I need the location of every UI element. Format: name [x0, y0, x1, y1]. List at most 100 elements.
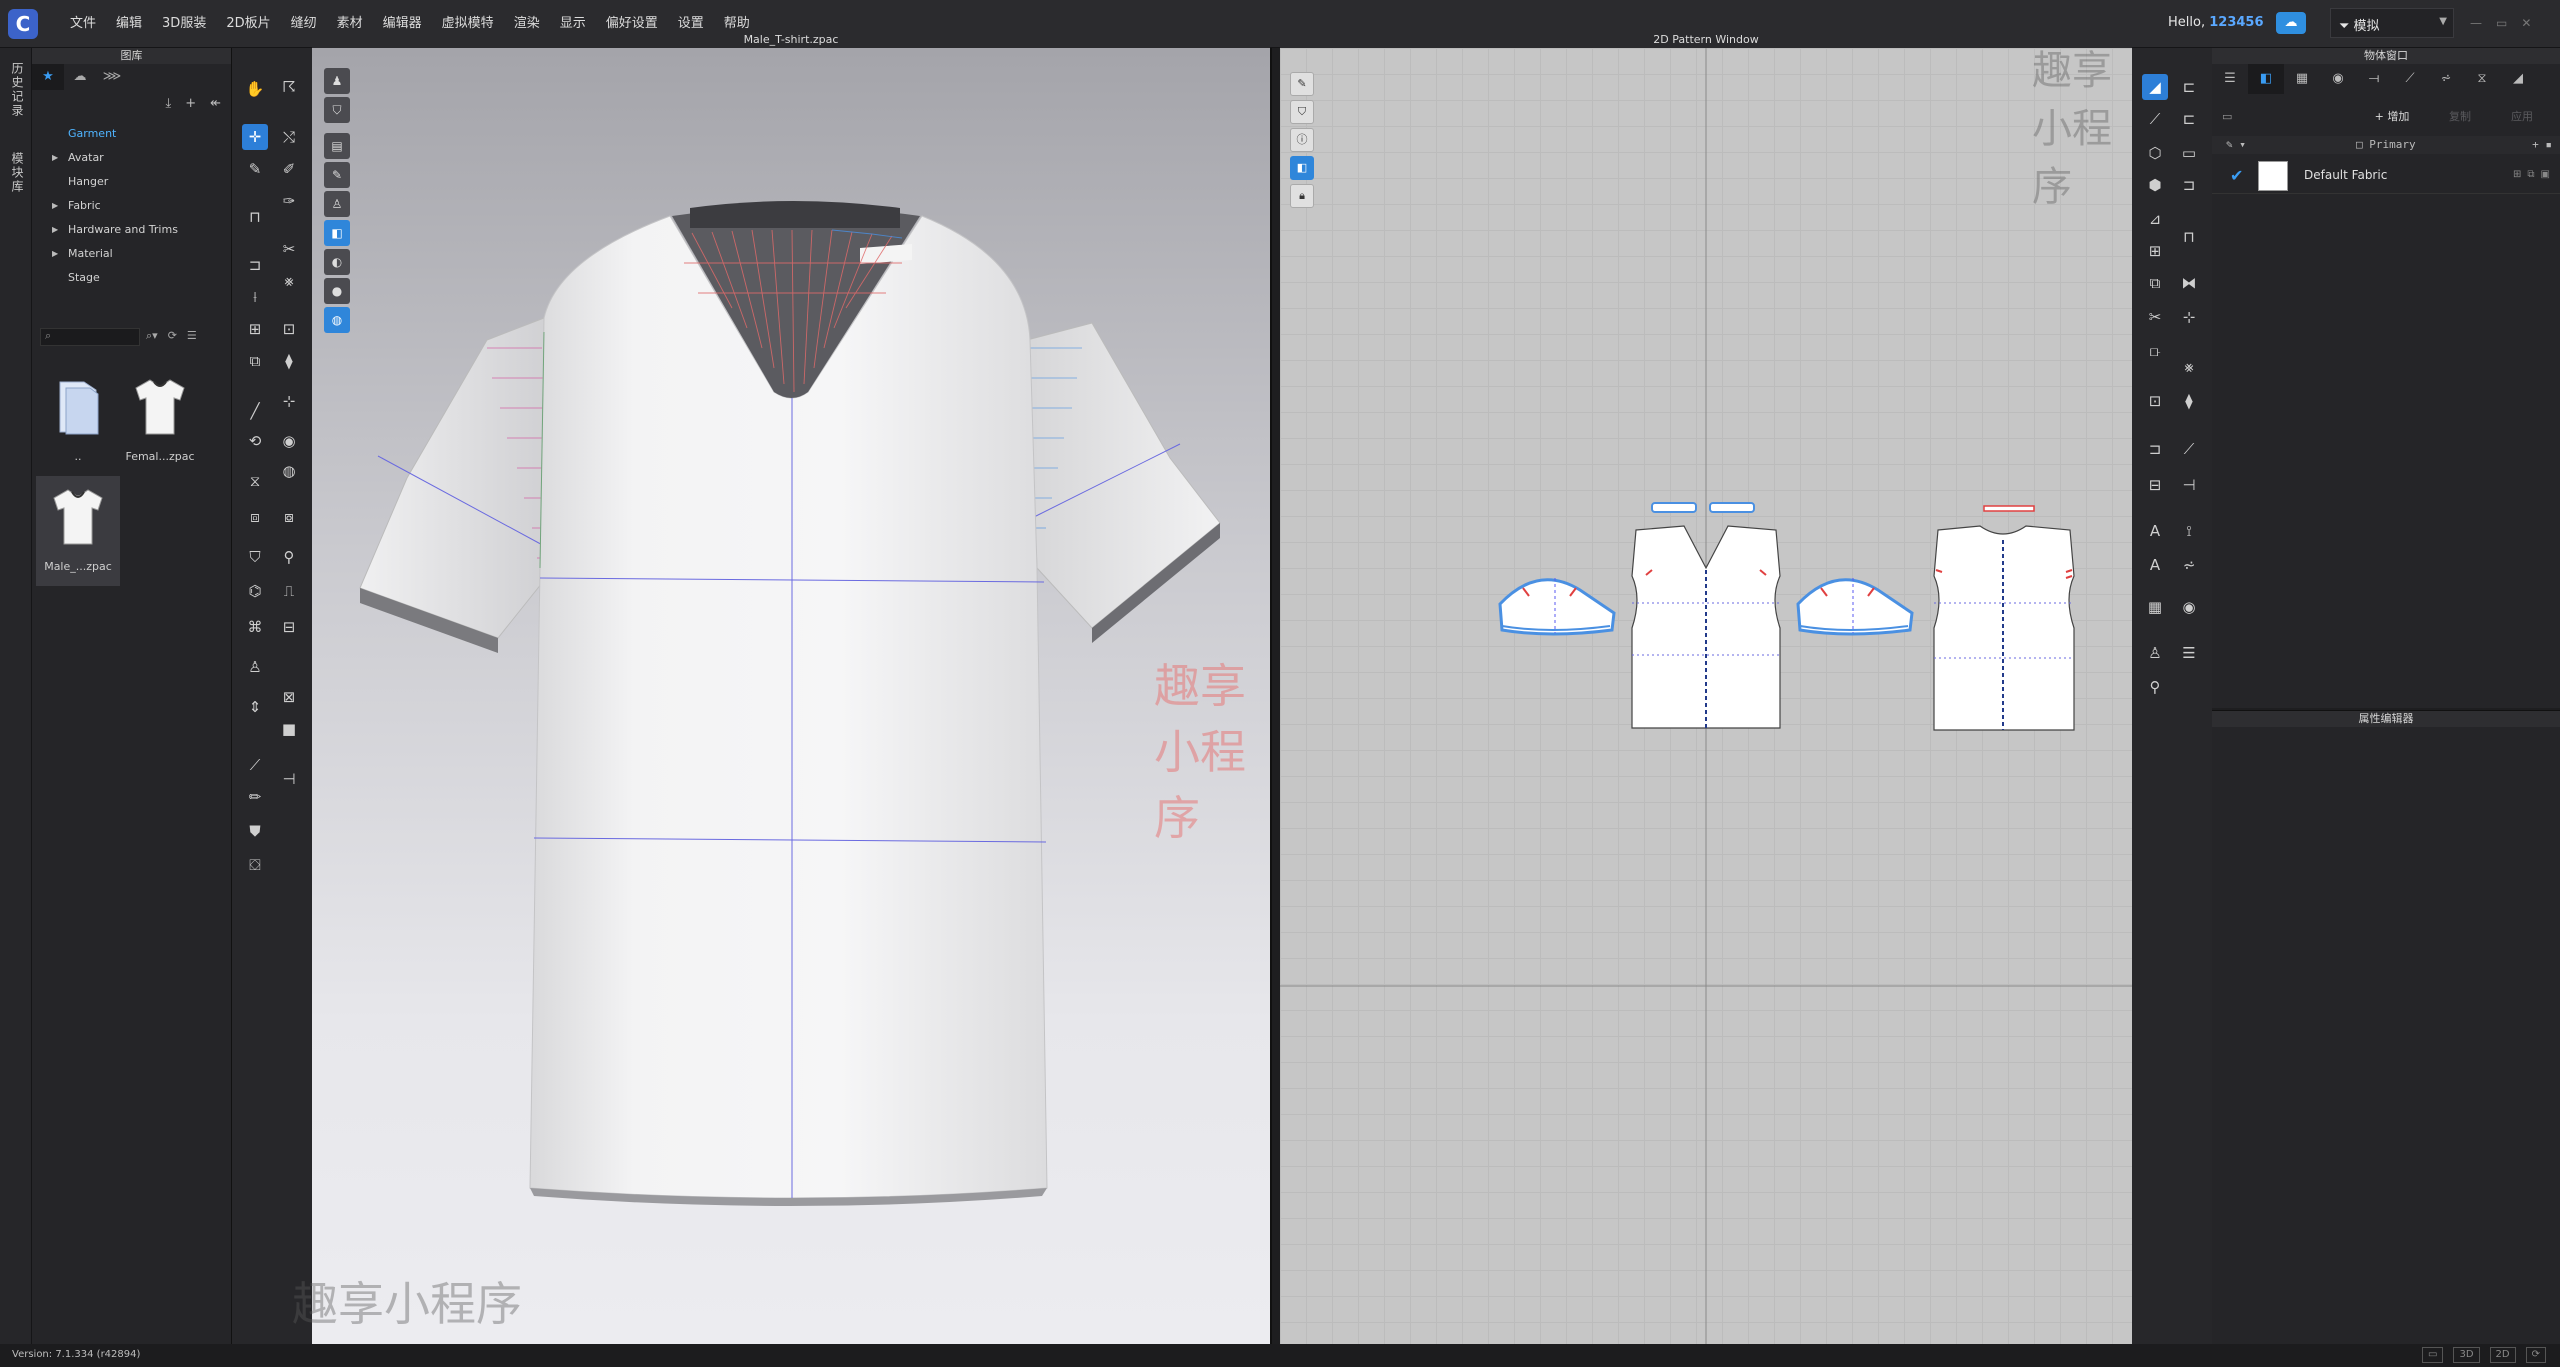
username[interactable]: 123456: [2209, 15, 2263, 30]
list-view-icon[interactable]: ☰: [187, 329, 197, 343]
brush-icon[interactable]: ✐: [276, 156, 302, 182]
fit-map-icon[interactable]: ⊣: [276, 766, 302, 792]
tack-icon[interactable]: ⤭: [276, 124, 302, 150]
pleat-icon[interactable]: ⊣: [2176, 472, 2202, 498]
button-tab-icon[interactable]: ◉: [2320, 64, 2356, 94]
3d-tshirt-model[interactable]: [312, 48, 1272, 1344]
menu-edit[interactable]: 编辑: [106, 14, 152, 34]
puckering-tab-icon[interactable]: ⩫: [2428, 64, 2464, 94]
pattern-icon[interactable]: ⊞: [242, 316, 268, 342]
tree-item-hanger[interactable]: Hanger: [32, 170, 232, 194]
edit-point-icon[interactable]: ⟋: [2142, 106, 2168, 132]
rectangle-icon[interactable]: ▭: [2176, 140, 2202, 166]
delete-fabric-icon[interactable]: ▣: [2541, 169, 2550, 180]
symmetry-icon[interactable]: ⧓: [2176, 270, 2202, 296]
tree-item-avatar[interactable]: ▶ Avatar: [32, 146, 232, 170]
solid-icon[interactable]: ■: [276, 716, 302, 742]
3d-garment-viewport[interactable]: Male_T-shirt.zpac ♟ ⛉ ▤ ✎ ♙ ◧ ◐ ● ◍ 趣享小程…: [292, 32, 1272, 1344]
seam-allowance-icon[interactable]: ⟥: [2142, 338, 2168, 364]
maximize-icon[interactable]: ▭: [2496, 16, 2507, 30]
menu-file[interactable]: 文件: [60, 14, 106, 34]
arrange-icon[interactable]: ⊡: [276, 316, 302, 342]
menu-preferences[interactable]: 偏好设置: [596, 14, 668, 34]
graphic-icon[interactable]: ⧈: [242, 504, 268, 530]
measure-line-icon[interactable]: ⟋: [2176, 436, 2202, 462]
apply-button[interactable]: 应用: [2494, 108, 2550, 126]
steam-icon[interactable]: ✑: [276, 188, 302, 214]
line-icon[interactable]: ╱: [242, 398, 268, 424]
pin-pattern-icon[interactable]: ⚲: [2142, 674, 2168, 700]
menu-help[interactable]: 帮助: [714, 14, 760, 34]
select-move-icon[interactable]: ✋: [242, 76, 268, 102]
layer-icon[interactable]: ⧉: [242, 348, 268, 374]
polygon-icon[interactable]: ⬡: [2142, 140, 2168, 166]
fold-icon[interactable]: ⊐: [242, 252, 268, 278]
tree-item-material[interactable]: ▶ Material: [32, 242, 232, 266]
library-search-input[interactable]: ⌕: [40, 328, 140, 346]
fabric-icon[interactable]: ⧫: [276, 348, 302, 374]
elastic-icon[interactable]: ⌘: [242, 614, 268, 640]
cloud-icon[interactable]: ☁: [2276, 12, 2306, 34]
search-filter-icon[interactable]: ⌕▾: [146, 329, 158, 343]
cloud-library-icon[interactable]: ☁: [64, 64, 96, 90]
expand-icon[interactable]: ▶: [52, 194, 58, 218]
topstitch-tab-icon[interactable]: ⟋: [2392, 64, 2428, 94]
shirt-front-icon[interactable]: ⛊: [242, 818, 268, 844]
favorites-star-icon[interactable]: ★: [32, 64, 64, 90]
sound-tab-icon[interactable]: ◢: [2500, 64, 2536, 94]
view-texture-icon[interactable]: ✎: [324, 162, 350, 188]
rotate-icon[interactable]: ⟲: [242, 428, 268, 454]
transform-pattern-icon[interactable]: ⊏: [2176, 74, 2202, 100]
pin-line-icon[interactable]: ⟋: [242, 752, 268, 778]
check-icon[interactable]: ✔: [2230, 166, 2243, 185]
menu-avatar[interactable]: 虚拟模特: [432, 14, 504, 34]
tree-item-hardware[interactable]: ▶ Hardware and Trims: [32, 218, 232, 242]
tab-history[interactable]: 历史记录: [9, 62, 26, 118]
cut-icon[interactable]: ✂: [276, 236, 302, 262]
3d-view-icon[interactable]: 3D: [2453, 1347, 2480, 1363]
2d-view-icon[interactable]: 2D: [2489, 1347, 2516, 1363]
thumb-male-garment[interactable]: Male_...zpac: [36, 476, 120, 586]
asset-store-icon[interactable]: ⋙: [96, 64, 128, 90]
menu-display[interactable]: 显示: [550, 14, 596, 34]
menu-materials[interactable]: 素材: [327, 14, 373, 34]
pattern-canvas[interactable]: [1280, 48, 2132, 1344]
menu-sewing[interactable]: 缝纫: [281, 14, 327, 34]
view-pattern-shirt-icon[interactable]: ⛉: [1290, 100, 1314, 124]
view-pattern-ruler-icon[interactable]: ✎: [1290, 72, 1314, 96]
buttonhole-tab-icon[interactable]: ⟞: [2356, 64, 2392, 94]
offset-icon[interactable]: ⊓: [2176, 224, 2202, 250]
view-body-icon[interactable]: ●: [324, 278, 350, 304]
dart-icon[interactable]: ⊿: [2142, 206, 2168, 232]
grading-icon[interactable]: ⊟: [2142, 472, 2168, 498]
pin-icon[interactable]: ✎: [242, 156, 268, 182]
avatar-icon[interactable]: ♙: [242, 654, 268, 680]
download-icon[interactable]: ⤓: [165, 96, 171, 111]
free-sew-icon[interactable]: ⧫: [2176, 388, 2202, 414]
menu-settings[interactable]: 设置: [668, 14, 714, 34]
tab-modules[interactable]: 模块库: [9, 152, 26, 194]
menu-editor[interactable]: 编辑器: [373, 14, 432, 34]
cut-pattern-icon[interactable]: ✂: [2142, 304, 2168, 330]
segment-sew-icon[interactable]: ⊡: [2142, 388, 2168, 414]
internal-polygon-icon[interactable]: ⬢: [2142, 172, 2168, 198]
trace-icon[interactable]: ⊞: [2142, 238, 2168, 264]
view-pattern-fabric-icon[interactable]: ◧: [1290, 156, 1314, 180]
zipper-icon[interactable]: ⧖: [242, 468, 268, 494]
text-icon[interactable]: A: [2142, 518, 2168, 544]
shirt-back-icon[interactable]: ⛋: [242, 852, 268, 878]
view-shade-icon[interactable]: ◐: [324, 249, 350, 275]
thumb-female-garment[interactable]: Femal...zpac: [118, 366, 202, 476]
stitch-icon[interactable]: ⩫: [2176, 552, 2202, 578]
add-icon[interactable]: +: [185, 96, 196, 111]
strap-icon[interactable]: ⎍: [276, 578, 302, 604]
add-colorway-icon[interactable]: + ▪: [2532, 138, 2552, 151]
puckering-icon[interactable]: ⌬: [242, 578, 268, 604]
texture-tab-icon[interactable]: ▦: [2284, 64, 2320, 94]
fold-pattern-icon[interactable]: ⧉: [2142, 270, 2168, 296]
view-avatar-icon[interactable]: ♟: [324, 68, 350, 94]
duplicate-fabric-icon[interactable]: ⧉: [2527, 169, 2534, 180]
expand-icon[interactable]: ▶: [52, 242, 58, 266]
tree-item-fabric[interactable]: ▶ Fabric: [32, 194, 232, 218]
tree-item-stage[interactable]: Stage: [32, 266, 232, 290]
